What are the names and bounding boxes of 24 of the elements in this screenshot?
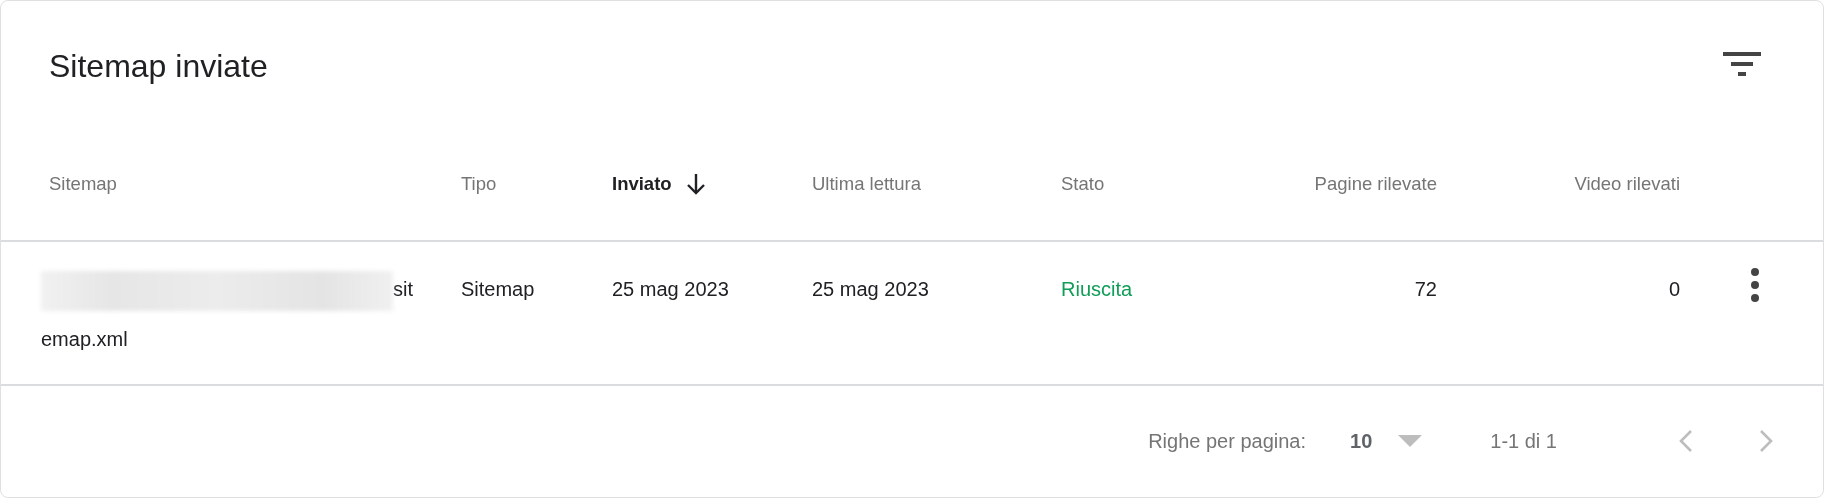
column-header[interactable]: Ultima lettura bbox=[812, 172, 1061, 195]
table-cell-text: 0 bbox=[1667, 277, 1680, 302]
more-vertical-icon bbox=[1751, 268, 1759, 302]
column-header[interactable]: Stato bbox=[1061, 172, 1261, 195]
table-cell-text: 25 mag 2023 bbox=[612, 277, 730, 302]
next-page-icon bbox=[1759, 429, 1773, 453]
filter-icon bbox=[1723, 52, 1761, 76]
column-header[interactable]: Sitemap bbox=[49, 172, 461, 195]
page-range: 1-1 di 1 bbox=[1490, 429, 1557, 453]
table-cell-text: 72 bbox=[1413, 277, 1437, 302]
rows-per-page-dropdown[interactable]: 10 bbox=[1346, 425, 1427, 457]
dropdown-triangle-icon bbox=[1398, 435, 1423, 447]
column-header[interactable]: Pagine rilevate bbox=[1261, 172, 1437, 195]
down-arrow-icon bbox=[685, 172, 706, 195]
status-text: Riuscita bbox=[1061, 277, 1134, 302]
card-title: Sitemap inviate bbox=[49, 46, 268, 85]
table-cell-text: 25 mag 2023 bbox=[812, 277, 930, 302]
sitemap-url: sitemap.xml bbox=[41, 264, 413, 364]
table-cell-text: Sitemap bbox=[461, 277, 536, 302]
column-header[interactable]: Tipo bbox=[461, 172, 612, 195]
column-header[interactable]: Video rilevati bbox=[1437, 172, 1680, 195]
column-header[interactable]: Inviato bbox=[612, 172, 812, 195]
previous-page-icon bbox=[1679, 429, 1693, 453]
rows-per-page-label: Righe per pagina: bbox=[1148, 429, 1307, 453]
